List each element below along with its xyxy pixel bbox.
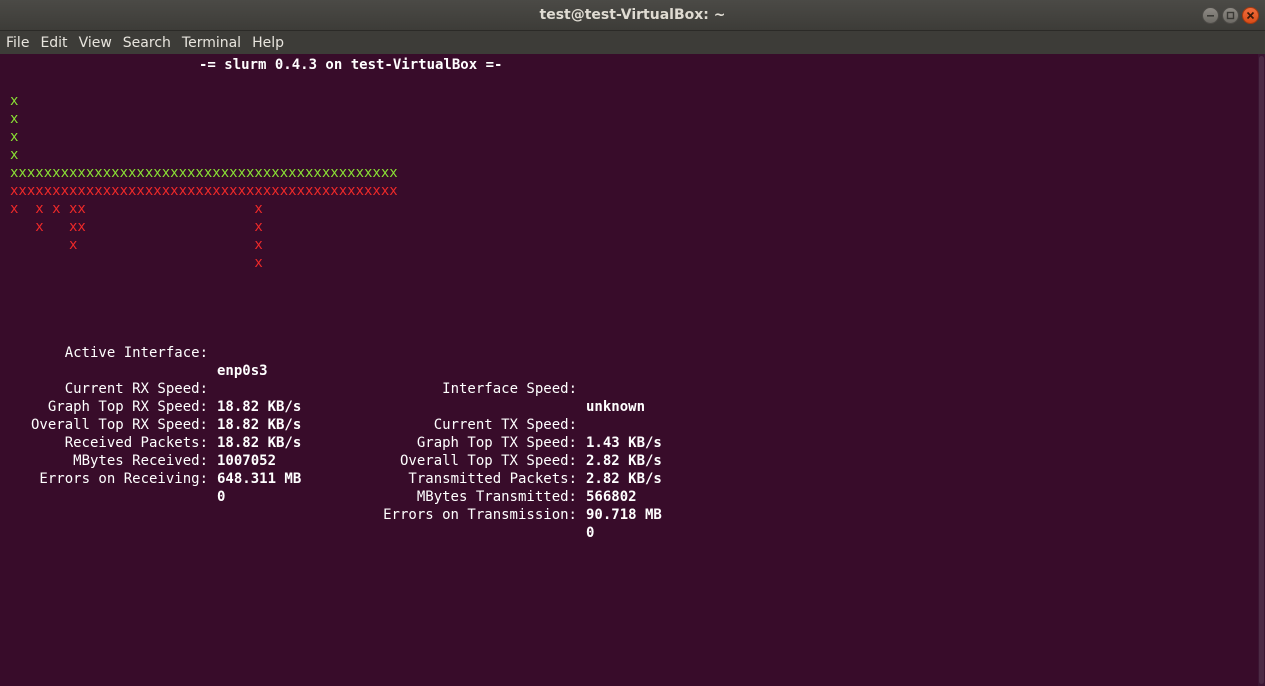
menu-terminal[interactable]: Terminal [182,35,241,51]
title-bar[interactable]: test@test-VirtualBox: ~ [0,0,1265,31]
rx-graph-row: xxxxxxxxxxxxxxxxxxxxxxxxxxxxxxxxxxxxxxxx… [10,165,398,181]
stat-row-packets: Received Packets: 1007052 Transmitted Pa… [0,416,1258,505]
rx-graph-row: x [10,93,19,109]
menu-file[interactable]: File [6,35,29,51]
tx-graph-row: xxxxxxxxxxxxxxxxxxxxxxxxxxxxxxxxxxxxxxxx… [10,183,398,199]
menu-search[interactable]: Search [123,35,171,51]
rx-graph-row: x [10,111,19,127]
menu-help[interactable]: Help [252,35,284,51]
tx-graph-row: x xx x [10,219,263,235]
stat-row-overall-top-speed: Overall Top RX Speed: 18.82 KB/s Overall… [0,398,1258,487]
maximize-button[interactable] [1222,7,1239,24]
menu-view[interactable]: View [79,35,112,51]
stat-value: 566802 [586,489,637,505]
menu-edit[interactable]: Edit [40,35,67,51]
stat-row-graph-top-speed: Graph Top RX Speed: 18.82 KB/s Graph Top… [0,380,1258,469]
close-icon [1246,11,1255,20]
stat-label: Errors on Receiving: [39,471,208,487]
stat-value: 0 [586,525,595,541]
rx-graph-row: x [10,129,19,145]
tx-graph-row: x x [10,237,263,253]
minimize-icon [1207,15,1214,17]
stat-value: 2.82 KB/s [586,471,662,487]
stat-row-current-speed: Current RX Speed: 18.82 KB/s Current TX … [0,362,1258,451]
maximize-icon [1226,11,1235,20]
stat-row-mbytes: MBytes Received: 648.311 MB MBytes Trans… [0,434,1258,523]
stat-label: Active Interface: [64,345,208,361]
terminal-output[interactable]: -= slurm 0.4.3 on test-VirtualBox =- x x… [0,54,1258,686]
stat-value: 648.311 MB [217,471,302,487]
tx-graph-row: x x x xx x [10,201,263,217]
stat-row-errors: Errors on Receiving: 0 Errors on Transmi… [0,452,1258,541]
stat-row-active-interface: Active Interface: enp0s3 Interface Speed… [0,326,1258,415]
terminal-window: test@test-VirtualBox: ~ File Edit View S… [0,0,1265,686]
close-button[interactable] [1242,7,1259,24]
stat-label: Transmitted Packets: [408,471,577,487]
scrollbar-thumb[interactable] [1259,56,1264,684]
minimize-button[interactable] [1202,7,1219,24]
stat-label: Errors on Transmission: [383,507,577,523]
stat-value: 90.718 MB [586,507,662,523]
tx-graph-row: x [10,255,263,271]
stat-value: 0 [217,489,226,505]
slurm-header: -= slurm 0.4.3 on test-VirtualBox =- [199,57,503,73]
stat-label: MBytes Transmitted: [416,489,577,505]
window-title: test@test-VirtualBox: ~ [539,7,726,23]
rx-graph-row: x [10,147,19,163]
terminal-scrollbar[interactable] [1258,54,1265,686]
menu-bar: File Edit View Search Terminal Help [0,31,1265,54]
